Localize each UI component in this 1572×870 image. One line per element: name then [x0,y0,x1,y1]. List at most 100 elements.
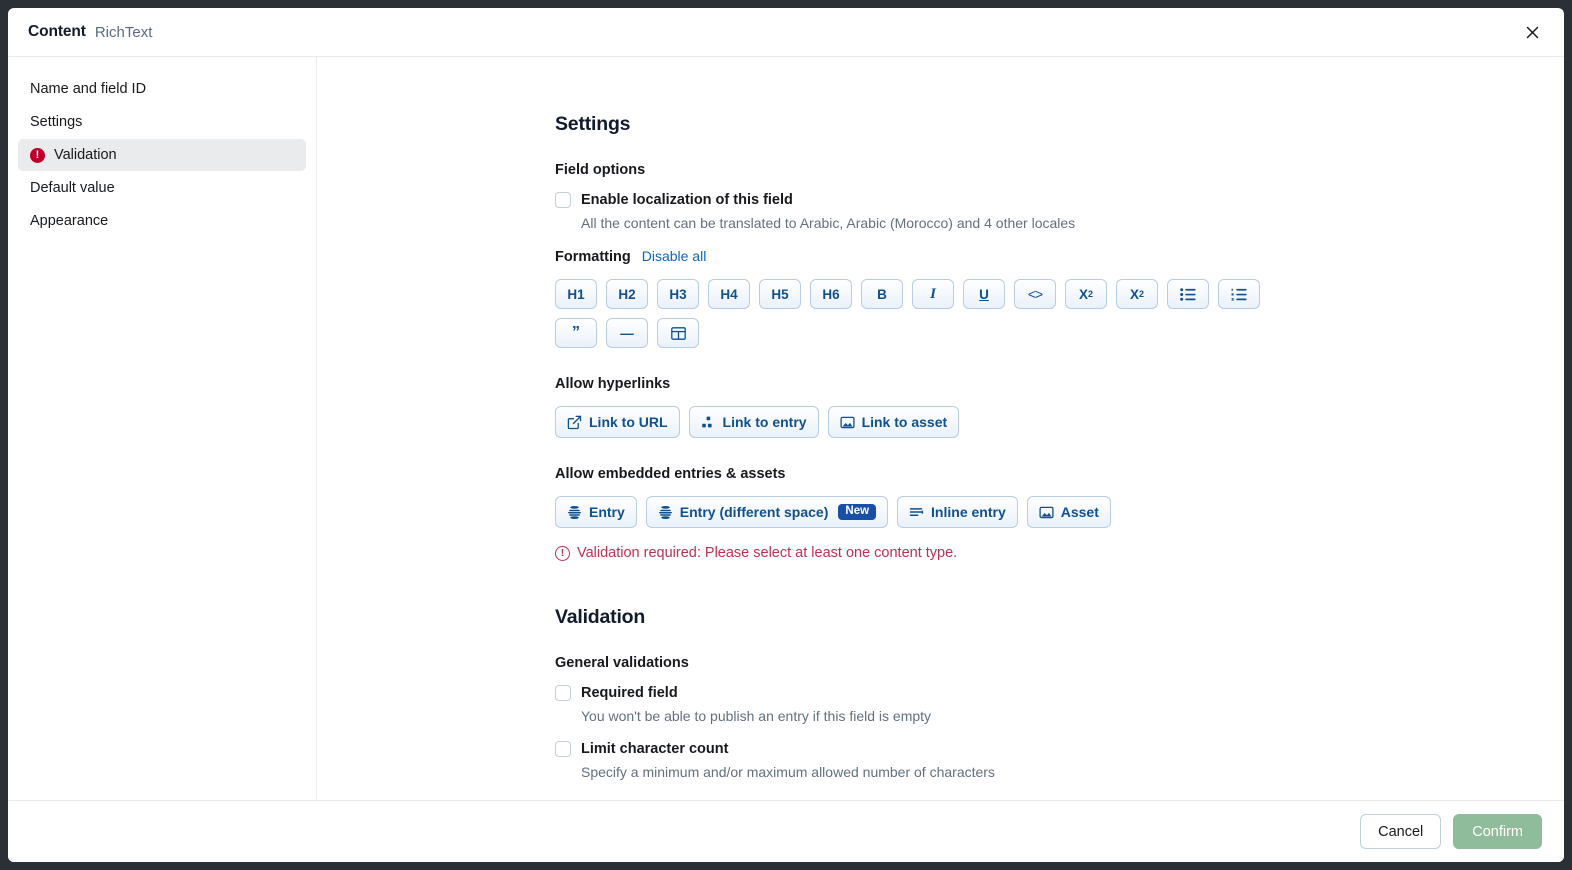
field-settings-modal: Content RichText Name and field ID Setti… [8,8,1564,862]
format-blockquote-button[interactable]: ” [555,318,597,348]
format-h4-button[interactable]: H4 [708,279,750,309]
sidebar-item-label: Default value [30,180,115,196]
close-icon [1524,24,1541,41]
format-ordered-list-button[interactable] [1218,279,1260,309]
error-icon: ! [30,147,45,163]
allow-embedded-heading: Allow embedded entries & assets [555,466,786,482]
limit-character-count-row[interactable]: Limit character count [555,741,1564,757]
sidebar-item-label: Settings [30,114,83,130]
embed-inline-entry-button[interactable]: Inline entry [897,496,1018,528]
modal-header: Content RichText [8,8,1564,57]
enable-localization-row[interactable]: Enable localization of this field [555,192,1564,208]
entry-nodes-icon [701,415,716,430]
subscript-base: X [1129,286,1139,302]
format-table-button[interactable] [657,318,699,348]
embed-entry-button[interactable]: Entry [555,496,637,528]
limit-character-count-checkbox[interactable] [555,741,571,757]
sidebar-item-label: Validation [54,147,117,163]
embed-inline-entry-label: Inline entry [931,504,1006,520]
embedded-button-group: Entry Entry (different space) New Inline… [555,496,1265,528]
format-horizontal-rule-button[interactable]: — [606,318,648,348]
format-italic-button[interactable]: I [912,279,954,309]
required-field-help: You won't be able to publish an entry if… [581,708,932,724]
new-badge: New [838,503,877,521]
limit-character-count-label[interactable]: Limit character count [581,741,728,757]
disable-all-link[interactable]: Disable all [642,248,707,264]
required-field-label[interactable]: Required field [581,685,678,701]
format-h6-button[interactable]: H6 [810,279,852,309]
embed-asset-label: Asset [1060,504,1099,520]
general-validations-heading: General validations [555,655,689,671]
inline-entry-icon [909,505,924,520]
settings-sidebar: Name and field ID Settings ! Validation … [8,57,317,800]
required-field-row[interactable]: Required field [555,685,1564,701]
close-button[interactable] [1516,16,1548,48]
entry-stack-icon [567,505,582,520]
external-link-icon [567,415,582,430]
modal-body: Name and field ID Settings ! Validation … [8,57,1564,800]
link-to-entry-button[interactable]: Link to entry [688,406,819,438]
sidebar-item-label: Appearance [30,213,109,229]
embed-entry-different-space-label: Entry (different space) [679,504,829,520]
embed-asset-button[interactable]: Asset [1026,496,1111,528]
embedded-validation-error: ! Validation required: Please select at … [555,545,1564,561]
format-h3-button[interactable]: H3 [657,279,699,309]
embed-entry-label: Entry [589,504,625,520]
link-to-asset-button[interactable]: Link to asset [827,406,960,438]
link-to-url-label: Link to URL [589,414,668,430]
format-unordered-list-button[interactable] [1167,279,1209,309]
link-to-url-button[interactable]: Link to URL [555,406,680,438]
enable-localization-label[interactable]: Enable localization of this field [581,192,793,208]
superscript-base: X [1078,286,1088,302]
enable-localization-help: All the content can be translated to Ara… [581,215,1076,231]
sidebar-item-name-and-field-id[interactable]: Name and field ID [18,73,306,105]
format-bold-button[interactable]: B [861,279,903,309]
format-h2-button[interactable]: H2 [606,279,648,309]
link-to-asset-label: Link to asset [861,414,948,430]
format-h5-button[interactable]: H5 [759,279,801,309]
formatting-heading: Formatting [555,249,631,265]
subscript-index: 2 [1139,289,1145,299]
image-icon [840,415,855,430]
field-options-heading: Field options [555,162,646,178]
required-field-checkbox[interactable] [555,685,571,701]
superscript-exponent: 2 [1088,289,1094,299]
image-icon [1039,505,1054,520]
unordered-list-icon [1180,287,1196,301]
entry-stack-icon [658,505,673,520]
format-subscript-button[interactable]: X2 [1116,279,1158,309]
format-h1-button[interactable]: H1 [555,279,597,309]
embedded-validation-error-text: Validation required: Please select at le… [577,545,958,561]
format-superscript-button[interactable]: X2 [1065,279,1107,309]
sidebar-item-validation[interactable]: ! Validation [18,139,306,171]
cancel-button[interactable]: Cancel [1360,814,1442,849]
sidebar-item-settings[interactable]: Settings [18,106,306,138]
settings-section-title: Settings [555,113,631,135]
allow-hyperlinks-heading: Allow hyperlinks [555,376,671,392]
modal-footer: Cancel Confirm [8,800,1564,862]
formatting-button-group: H1 H2 H3 H4 H5 H6 B I U <> X2 X2 ” — [555,279,1265,348]
ordered-list-icon [1231,288,1247,301]
sidebar-item-label: Name and field ID [30,81,147,97]
embed-entry-different-space-button[interactable]: Entry (different space) New [645,496,889,528]
confirm-button[interactable]: Confirm [1453,814,1542,849]
formatting-heading-row: Formatting Disable all [555,248,1564,265]
enable-localization-checkbox[interactable] [555,192,571,208]
page-subtitle: RichText [94,23,153,41]
settings-main-panel: Settings Field options Enable localizati… [317,57,1564,800]
limit-character-count-help: Specify a minimum and/or maximum allowed… [581,764,995,780]
error-circle-icon: ! [555,545,570,561]
format-code-button[interactable]: <> [1014,279,1056,309]
format-underline-button[interactable]: U [963,279,1005,309]
sidebar-item-appearance[interactable]: Appearance [18,205,306,237]
sidebar-item-default-value[interactable]: Default value [18,172,306,204]
table-icon [670,326,686,340]
hyperlinks-button-group: Link to URL Link to entry Link to asset [555,406,1265,438]
validation-section-title: Validation [555,606,646,628]
